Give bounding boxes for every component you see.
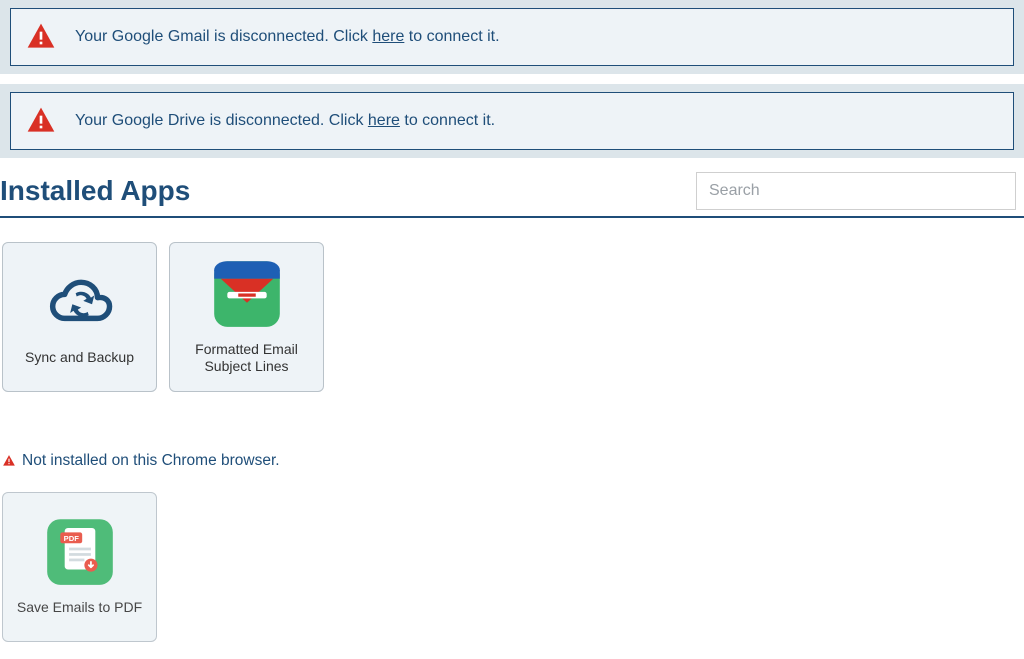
alert-link[interactable]: here — [368, 112, 400, 129]
alert-text: Your Google Gmail is disconnected. Click… — [75, 28, 500, 46]
header-row: Installed Apps — [0, 172, 1024, 218]
app-card-sync-backup[interactable]: Sync and Backup — [2, 242, 157, 392]
alert-text: Your Google Drive is disconnected. Click… — [75, 112, 495, 130]
not-installed-warning: Not installed on this Chrome browser. — [0, 452, 1024, 470]
alert-text-prefix: Your Google Drive is disconnected. Click — [75, 112, 368, 129]
page-title: Installed Apps — [0, 175, 190, 207]
alert-text-suffix: to connect it. — [400, 112, 495, 129]
app-card-save-emails-pdf[interactable]: PDF Save Emails to PDF — [2, 492, 157, 642]
app-label: Save Emails to PDF — [17, 599, 142, 617]
formatted-email-icon — [212, 259, 282, 329]
installed-apps-row: Sync and Backup Formatted Email Subject … — [0, 242, 1024, 392]
app-label: Sync and Backup — [25, 349, 134, 367]
alert-container: Your Google Gmail is disconnected. Click… — [0, 0, 1024, 74]
warning-triangle-icon — [25, 21, 57, 53]
warning-triangle-icon — [25, 105, 57, 137]
app-label: Formatted Email Subject Lines — [180, 341, 313, 376]
alert-text-suffix: to connect it. — [404, 28, 499, 45]
alert-container: Your Google Drive is disconnected. Click… — [0, 84, 1024, 158]
cloud-sync-icon — [45, 267, 115, 337]
alert-drive: Your Google Drive is disconnected. Click… — [10, 92, 1014, 150]
alert-gmail: Your Google Gmail is disconnected. Click… — [10, 8, 1014, 66]
pdf-file-icon: PDF — [45, 517, 115, 587]
alert-text-prefix: Your Google Gmail is disconnected. Click — [75, 28, 372, 45]
search-input[interactable] — [696, 172, 1016, 210]
app-card-formatted-email[interactable]: Formatted Email Subject Lines — [169, 242, 324, 392]
svg-text:PDF: PDF — [63, 534, 79, 543]
warning-triangle-icon — [2, 454, 16, 468]
alert-link[interactable]: here — [372, 28, 404, 45]
not-installed-text: Not installed on this Chrome browser. — [22, 452, 280, 470]
not-installed-apps-row: PDF Save Emails to PDF — [0, 492, 1024, 642]
